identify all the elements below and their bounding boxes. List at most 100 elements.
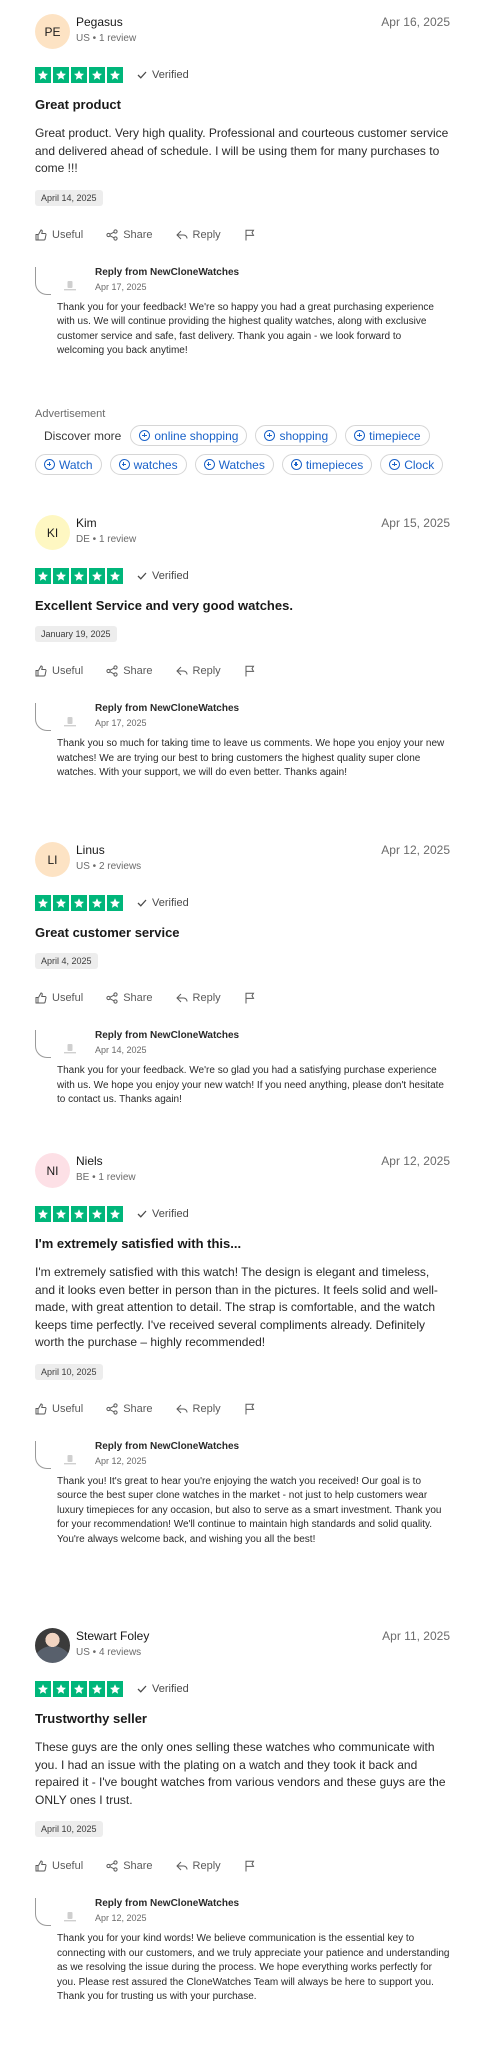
plus-circle-icon	[354, 430, 366, 441]
reviewer-name[interactable]: Niels	[76, 1154, 103, 1168]
useful-button[interactable]: Useful	[35, 229, 83, 241]
reply-label: Reply	[192, 665, 221, 677]
experience-date: April 4, 2025	[35, 953, 98, 969]
report-button[interactable]	[244, 665, 261, 677]
report-button[interactable]	[244, 992, 261, 1004]
share-icon	[106, 1860, 118, 1872]
reply-text: Thank you so much for taking time to lea…	[57, 738, 445, 779]
reply-button[interactable]: Reply	[175, 992, 221, 1004]
reply-connector	[35, 703, 51, 731]
review-card: LI Linus US • 2 reviews Apr 12, 2025 Ver…	[35, 842, 450, 1108]
reply-button[interactable]: Reply	[175, 1403, 221, 1415]
company-reply: Reply from NewCloneWatches Apr 12, 2025 …	[35, 1898, 450, 2005]
review-title[interactable]: Trustworthy seller	[35, 1711, 450, 1727]
reviewer-name[interactable]: Kim	[76, 516, 97, 530]
avatar[interactable]: LI	[35, 842, 70, 877]
star-icon	[71, 568, 87, 584]
share-label: Share	[123, 665, 153, 677]
reply-date: Apr 17, 2025	[95, 281, 147, 292]
verified-badge: Verified	[137, 1208, 189, 1220]
ad-chip[interactable]: Watches	[194, 454, 274, 475]
review-title[interactable]: I'm extremely satisfied with this...	[35, 1236, 450, 1252]
reply-text: Thank you for your feedback. We're so gl…	[57, 1065, 444, 1106]
ad-chip[interactable]: online shopping	[130, 425, 248, 446]
useful-button[interactable]: Useful	[35, 665, 83, 677]
useful-label: Useful	[52, 228, 84, 241]
reviewer-name[interactable]: Pegasus	[76, 15, 123, 29]
reply-author: Reply from NewCloneWatches	[95, 1440, 240, 1452]
plus-circle-icon	[44, 459, 55, 470]
ad-chip[interactable]: Clock	[380, 454, 444, 475]
reply-arrow-icon	[175, 1861, 188, 1871]
ad-chip[interactable]: watches	[109, 454, 187, 475]
review-actions: Useful Share Reply	[35, 1402, 450, 1416]
checkmark-icon	[137, 572, 147, 580]
ad-chip-label: timepiece	[369, 428, 421, 443]
star-icon	[35, 1681, 51, 1697]
share-button[interactable]: Share	[106, 1860, 153, 1872]
company-logo-icon	[64, 1044, 76, 1054]
review-date: Apr 15, 2025	[381, 516, 450, 530]
share-button[interactable]: Share	[106, 229, 153, 241]
avatar-photo[interactable]	[35, 1628, 70, 1663]
report-button[interactable]	[244, 1403, 261, 1415]
avatar[interactable]: PE	[35, 14, 70, 49]
useful-button[interactable]: Useful	[35, 1403, 83, 1415]
ad-chip[interactable]: timepieces	[281, 454, 373, 475]
avatar[interactable]: NI	[35, 1153, 70, 1188]
reply-connector	[35, 1440, 51, 1469]
reply-date: Apr 17, 2025	[95, 718, 147, 728]
experience-date: April 14, 2025	[35, 189, 103, 206]
company-logo-icon	[64, 1912, 76, 1922]
star-icon	[71, 67, 87, 83]
avatar[interactable]: KI	[35, 515, 70, 550]
company-reply: Reply from NewCloneWatches Apr 17, 2025 …	[35, 703, 450, 781]
review-title[interactable]: Excellent Service and very good watches.	[35, 598, 450, 614]
verified-label: Verified	[152, 69, 189, 81]
company-logo-icon	[64, 1454, 76, 1464]
ad-chip[interactable]: shopping	[255, 425, 338, 446]
thumbs-up-icon	[35, 992, 47, 1004]
plus-circle-icon	[290, 459, 302, 470]
star-rating	[35, 1681, 123, 1697]
useful-button[interactable]: Useful	[35, 992, 83, 1004]
review-body: Great product. Very high quality. Profes…	[35, 126, 449, 175]
share-label: Share	[123, 1402, 153, 1415]
reply-connector	[35, 266, 51, 295]
reviewer-name[interactable]: Stewart Foley	[76, 1629, 149, 1643]
useful-button[interactable]: Useful	[35, 1860, 83, 1872]
ad-chip-label: Watches	[218, 457, 265, 472]
report-button[interactable]	[244, 1860, 261, 1872]
reply-date: Apr 12, 2025	[95, 1913, 147, 1923]
star-icon	[71, 1681, 87, 1697]
reply-button[interactable]: Reply	[175, 1860, 221, 1872]
review-actions: Useful Share Reply	[35, 991, 450, 1005]
experience-date: April 10, 2025	[35, 1821, 103, 1837]
share-button[interactable]: Share	[106, 665, 153, 677]
review-card: Stewart Foley US • 4 reviews Apr 11, 202…	[35, 1628, 450, 2005]
review-date: Apr 11, 2025	[382, 1629, 450, 1643]
reviewer-name[interactable]: Linus	[76, 843, 105, 857]
review-title[interactable]: Great customer service	[35, 925, 450, 941]
share-button[interactable]: Share	[106, 1402, 153, 1415]
star-rating	[35, 568, 123, 584]
reply-label: Reply	[192, 992, 221, 1004]
ad-chip[interactable]: Watch	[35, 454, 102, 475]
share-label: Share	[123, 1860, 153, 1872]
reviewer-meta: BE • 1 review	[76, 1172, 136, 1183]
ad-chip-label: shopping	[279, 428, 329, 443]
share-button[interactable]: Share	[106, 992, 153, 1004]
flag-icon	[245, 665, 255, 677]
reply-button[interactable]: Reply	[175, 665, 221, 677]
reply-connector	[35, 1030, 51, 1058]
reply-button[interactable]: Reply	[175, 229, 221, 241]
star-rating	[35, 895, 123, 911]
report-button[interactable]	[244, 229, 261, 241]
star-icon	[53, 67, 69, 83]
company-logo-icon	[64, 717, 76, 727]
review-title[interactable]: Great product	[35, 97, 450, 113]
experience-date: January 19, 2025	[35, 626, 117, 642]
review-card: KI Kim DE • 1 review Apr 15, 2025 Verifi…	[35, 515, 450, 781]
reviewer-meta: US • 1 review	[76, 33, 137, 44]
ad-chip[interactable]: timepiece	[345, 425, 430, 446]
